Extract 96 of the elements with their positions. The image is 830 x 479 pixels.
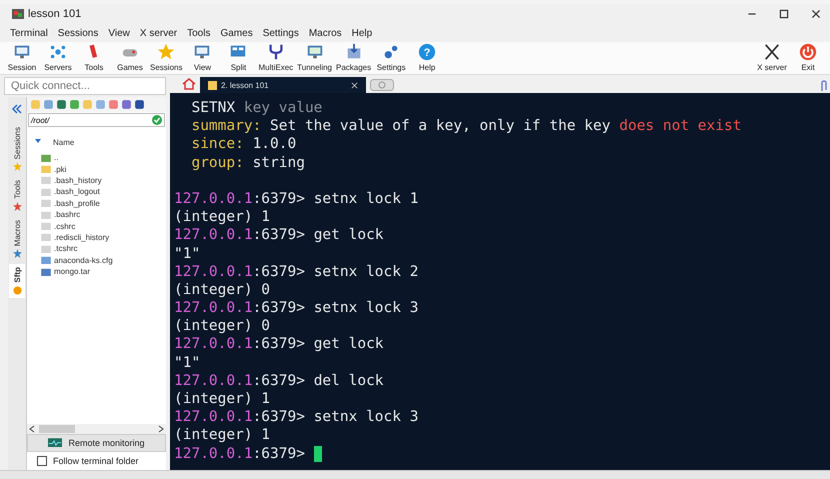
terminal-output: (integer) 0 bbox=[174, 317, 270, 336]
file-name[interactable]: .bash_profile bbox=[54, 198, 100, 208]
horizontal-scrollbar[interactable] bbox=[27, 424, 166, 434]
monitor-icon bbox=[48, 438, 62, 448]
terminal-tab-icon bbox=[208, 80, 217, 90]
file-name[interactable]: mongo.tar bbox=[54, 267, 90, 276]
terminal-output: "1" bbox=[174, 244, 200, 263]
side-tab[interactable]: Macros bbox=[9, 217, 25, 262]
sftp-tool-icon[interactable] bbox=[121, 99, 132, 110]
terminal-prompt: 127.0.0.1:6379> bbox=[174, 444, 305, 463]
toolbar-button[interactable]: Split bbox=[220, 43, 256, 73]
window-title: lesson 101 bbox=[28, 8, 82, 20]
column-header[interactable]: Name bbox=[53, 138, 74, 147]
terminal-line: group: string bbox=[190, 154, 305, 172]
fork-icon bbox=[266, 43, 285, 61]
terminal-prompt: 127.0.0.1:6379> get lock bbox=[174, 226, 384, 245]
file-icon bbox=[41, 154, 51, 162]
menu-item[interactable]: Terminal bbox=[10, 28, 48, 38]
session-tab[interactable]: 2. lesson 101 bbox=[200, 77, 366, 93]
maximize-icon[interactable] bbox=[778, 8, 790, 20]
menu-item[interactable]: Macros bbox=[308, 28, 342, 38]
paperclip-icon[interactable] bbox=[820, 79, 828, 93]
menu-item[interactable]: Games bbox=[220, 28, 253, 38]
scroll-left-icon[interactable] bbox=[29, 425, 35, 433]
toolbar-button[interactable]: Sessions bbox=[148, 43, 184, 73]
terminal-output: (integer) 0 bbox=[174, 280, 270, 300]
terminal-prompt: 127.0.0.1:6379> setnx lock 2 bbox=[174, 262, 418, 281]
toolbar-button[interactable]: Session bbox=[4, 43, 40, 73]
collapse-icon[interactable] bbox=[11, 103, 23, 115]
toolbar-button[interactable]: Tools bbox=[76, 43, 112, 73]
terminal-output: (integer) 1 bbox=[174, 426, 270, 445]
terminal-output: (integer) 1 bbox=[174, 390, 270, 408]
terminal-line: summary: Set the value of a key, only if the key does not exist bbox=[190, 117, 742, 136]
terminal-line: since: 1.0.0 bbox=[190, 135, 296, 154]
toolbar-button[interactable]: ? Help bbox=[409, 43, 446, 73]
app-icon bbox=[12, 8, 24, 20]
follow-checkbox[interactable] bbox=[37, 456, 47, 466]
home-icon[interactable] bbox=[182, 78, 196, 90]
scroll-right-icon[interactable] bbox=[158, 425, 164, 433]
file-name[interactable]: .tcshrc bbox=[54, 244, 78, 254]
terminal-output: "1" bbox=[174, 354, 200, 372]
toolbar-button[interactable]: X server bbox=[754, 43, 790, 73]
terminal-prompt: 127.0.0.1:6379> setnx lock 3 bbox=[174, 408, 418, 426]
terminal-output: (integer) 1 bbox=[174, 208, 270, 226]
file-name[interactable]: .pki bbox=[54, 164, 66, 174]
help-icon: ? bbox=[418, 43, 436, 61]
close-tab-icon[interactable] bbox=[351, 82, 358, 88]
sftp-tool-icon[interactable] bbox=[56, 99, 67, 110]
dot-icon bbox=[12, 286, 22, 295]
terminal-prompt: 127.0.0.1:6379> setnx lock 3 bbox=[174, 299, 418, 318]
file-name[interactable]: .bashrc bbox=[54, 210, 80, 220]
menu-item[interactable]: Sessions bbox=[58, 28, 98, 38]
file-name[interactable]: .cshrc bbox=[54, 222, 76, 231]
menu-item[interactable]: X server bbox=[140, 28, 178, 38]
terminal-line: SETNX key value bbox=[190, 99, 322, 118]
view-icon bbox=[193, 43, 212, 61]
terminal-prompt: 127.0.0.1:6379> del lock bbox=[174, 372, 384, 390]
star-icon bbox=[12, 202, 22, 212]
toolbar-button[interactable]: Servers bbox=[40, 43, 76, 73]
packages-icon bbox=[344, 43, 363, 61]
quick-connect-field[interactable]: Quick connect... bbox=[4, 77, 166, 95]
menu-item[interactable]: Settings bbox=[262, 28, 299, 38]
star-icon bbox=[157, 43, 176, 61]
menu-item[interactable]: View bbox=[108, 28, 130, 38]
star-icon bbox=[12, 249, 22, 258]
sftp-tool-icon[interactable] bbox=[134, 99, 145, 110]
terminal-prompt: 127.0.0.1:6379> setnx lock 1 bbox=[174, 190, 418, 208]
close-icon[interactable] bbox=[810, 8, 822, 20]
side-tab[interactable]: Tools bbox=[9, 177, 25, 214]
menu-item[interactable]: Help bbox=[352, 28, 372, 38]
file-name[interactable]: .bash_history bbox=[54, 176, 102, 185]
session-icon bbox=[13, 43, 31, 61]
file-name[interactable]: .bash_logout bbox=[54, 187, 100, 196]
terminal-prompt: 127.0.0.1:6379> get lock bbox=[174, 335, 384, 354]
check-icon bbox=[152, 115, 162, 125]
star-icon bbox=[12, 162, 22, 172]
new-tab-icon[interactable] bbox=[370, 79, 394, 91]
toolbar-button[interactable]: Games bbox=[112, 43, 148, 73]
toolbar-button[interactable]: Settings bbox=[373, 43, 410, 73]
toolbar-button[interactable]: Tunneling bbox=[295, 43, 334, 73]
toolbar-button[interactable]: View bbox=[184, 43, 220, 73]
folder-icon bbox=[41, 165, 51, 174]
x-letter-icon bbox=[762, 43, 782, 61]
toolbar-button[interactable]: MultiExec bbox=[256, 43, 296, 73]
remote-monitoring-button[interactable]: Remote monitoring bbox=[27, 434, 166, 452]
file-name[interactable]: .. bbox=[54, 153, 58, 162]
toolbar-button[interactable]: Packages bbox=[334, 43, 374, 73]
side-tab[interactable]: Sessions bbox=[9, 124, 25, 174]
toolbar-button[interactable]: Exit bbox=[790, 43, 826, 73]
path-field[interactable]: /root/ bbox=[28, 113, 165, 127]
file-name[interactable]: .rediscli_history bbox=[54, 232, 110, 242]
file-name[interactable]: anaconda-ks.cfg bbox=[54, 256, 113, 265]
side-tab[interactable]: Sftp bbox=[9, 264, 25, 298]
menu-item[interactable]: Tools bbox=[187, 28, 210, 38]
follow-label: Follow terminal folder bbox=[53, 456, 139, 466]
sort-caret-icon[interactable] bbox=[35, 138, 41, 143]
